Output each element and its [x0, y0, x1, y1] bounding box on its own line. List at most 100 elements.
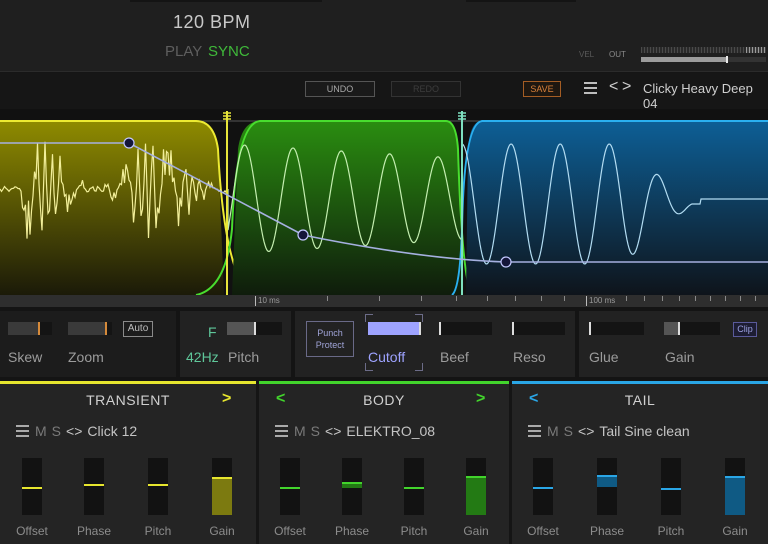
band-menu-icon[interactable] — [528, 425, 541, 437]
slider-handle[interactable] — [512, 322, 514, 335]
ruler-tick — [564, 296, 565, 301]
zoom-slider[interactable] — [68, 322, 112, 335]
envelope-node[interactable] — [123, 137, 135, 149]
mute-button[interactable]: M — [35, 423, 47, 439]
ruler-label-10ms: 10 ms — [258, 296, 280, 305]
ruler-tick — [725, 296, 726, 301]
vel-meter-toggle[interactable]: VEL — [579, 50, 594, 59]
fader-handle[interactable] — [404, 487, 424, 489]
fader-handle[interactable] — [22, 487, 42, 489]
band-preset-name[interactable]: ELEKTRO_08 — [346, 423, 435, 439]
prev-band-icon[interactable]: < — [529, 390, 538, 408]
undo-button[interactable]: UNDO — [305, 81, 375, 97]
fader-phase[interactable] — [597, 458, 617, 515]
ruler-tick — [644, 296, 645, 301]
fader-gain[interactable] — [212, 458, 232, 515]
slider-handle[interactable] — [439, 322, 441, 335]
pitch-slider[interactable] — [227, 322, 282, 335]
hamburger-menu-icon[interactable] — [584, 82, 597, 94]
solo-button[interactable]: S — [311, 423, 320, 439]
waveform-canvas[interactable] — [0, 109, 768, 295]
slider-handle[interactable] — [419, 322, 421, 335]
gain-slider[interactable] — [664, 322, 720, 335]
slider-handle[interactable] — [254, 322, 256, 335]
ruler-tick — [679, 296, 680, 301]
fader-pitch[interactable] — [148, 458, 168, 515]
zoom-label: Zoom — [68, 349, 104, 365]
next-band-icon[interactable]: > — [222, 390, 231, 408]
ruler-tick — [626, 296, 627, 301]
time-ruler[interactable]: 10 ms 100 ms — [0, 295, 768, 307]
fader-phase[interactable] — [342, 458, 362, 515]
punch-protect-button[interactable]: Punch Protect — [306, 321, 354, 357]
fader-gain[interactable] — [725, 458, 745, 515]
transient-region[interactable] — [0, 121, 224, 295]
solo-button[interactable]: S — [52, 423, 61, 439]
fader-gain[interactable] — [466, 458, 486, 515]
glue-slider[interactable] — [589, 322, 644, 335]
fader-offset[interactable] — [280, 458, 300, 515]
solo-button[interactable]: S — [564, 423, 573, 439]
band-menu-icon[interactable] — [275, 425, 288, 437]
tail-region[interactable] — [466, 121, 768, 295]
bpm-display[interactable]: 120 BPM — [173, 12, 251, 33]
play-button[interactable]: PLAY — [165, 43, 202, 60]
fader-offset[interactable] — [533, 458, 553, 515]
envelope-node[interactable] — [500, 256, 512, 268]
band-preset-name[interactable]: Click 12 — [87, 423, 137, 439]
band-menu-icon[interactable] — [16, 425, 29, 437]
fader-fill — [725, 476, 745, 515]
mute-button[interactable]: M — [547, 423, 559, 439]
fader-pitch[interactable] — [661, 458, 681, 515]
fader-offset[interactable] — [22, 458, 42, 515]
fader-handle[interactable] — [148, 484, 168, 486]
waveform-display[interactable] — [0, 109, 768, 295]
beef-slider[interactable] — [439, 322, 492, 335]
envelope-node[interactable] — [297, 229, 309, 241]
slider-handle[interactable] — [105, 322, 107, 335]
slider-fill — [664, 322, 678, 335]
sync-button[interactable]: SYNC — [208, 43, 250, 60]
fader-label: Offset — [16, 524, 48, 538]
auto-zoom-button[interactable]: Auto — [123, 321, 153, 337]
next-band-icon[interactable]: > — [476, 390, 485, 408]
fader-handle[interactable] — [280, 487, 300, 489]
fader-handle[interactable] — [661, 488, 681, 490]
redo-button[interactable]: REDO — [391, 81, 461, 97]
slider-handle[interactable] — [678, 322, 680, 335]
preset-next-icon[interactable]: > — [622, 78, 631, 96]
preset-browse-icon[interactable]: <> — [578, 423, 594, 439]
band-color-bar — [0, 381, 256, 384]
reso-slider[interactable] — [512, 322, 565, 335]
band-color-bar — [512, 381, 768, 384]
fader-label: Offset — [274, 524, 306, 538]
pitch-panel — [180, 311, 291, 377]
out-meter-toggle[interactable]: OUT — [609, 50, 626, 59]
band-preset-name[interactable]: Tail Sine clean — [599, 423, 689, 439]
slider-handle[interactable] — [38, 322, 40, 335]
preset-browse-icon[interactable]: <> — [325, 423, 341, 439]
fader-handle[interactable] — [725, 476, 745, 478]
fader-handle[interactable] — [597, 475, 617, 477]
mute-button[interactable]: M — [294, 423, 306, 439]
ruler-tick — [515, 296, 516, 301]
prev-band-icon[interactable]: < — [276, 390, 285, 408]
preset-prev-icon[interactable]: < — [609, 78, 618, 96]
fader-label: Pitch — [657, 524, 685, 538]
fader-handle[interactable] — [212, 477, 232, 479]
fader-pitch[interactable] — [404, 458, 424, 515]
skew-slider[interactable] — [8, 322, 52, 335]
cutoff-label: Cutoff — [368, 349, 406, 365]
fader-handle[interactable] — [84, 484, 104, 486]
fader-handle[interactable] — [533, 487, 553, 489]
clip-button[interactable]: Clip — [733, 322, 757, 337]
fader-handle[interactable] — [466, 476, 486, 478]
save-button[interactable]: SAVE — [523, 81, 561, 97]
preset-name[interactable]: Clicky Heavy Deep 04 — [643, 81, 768, 111]
fader-handle[interactable] — [342, 482, 362, 484]
body-region[interactable] — [232, 121, 462, 295]
slider-handle[interactable] — [589, 322, 591, 335]
fader-phase[interactable] — [84, 458, 104, 515]
cutoff-slider[interactable] — [368, 322, 421, 335]
preset-browse-icon[interactable]: <> — [66, 423, 82, 439]
